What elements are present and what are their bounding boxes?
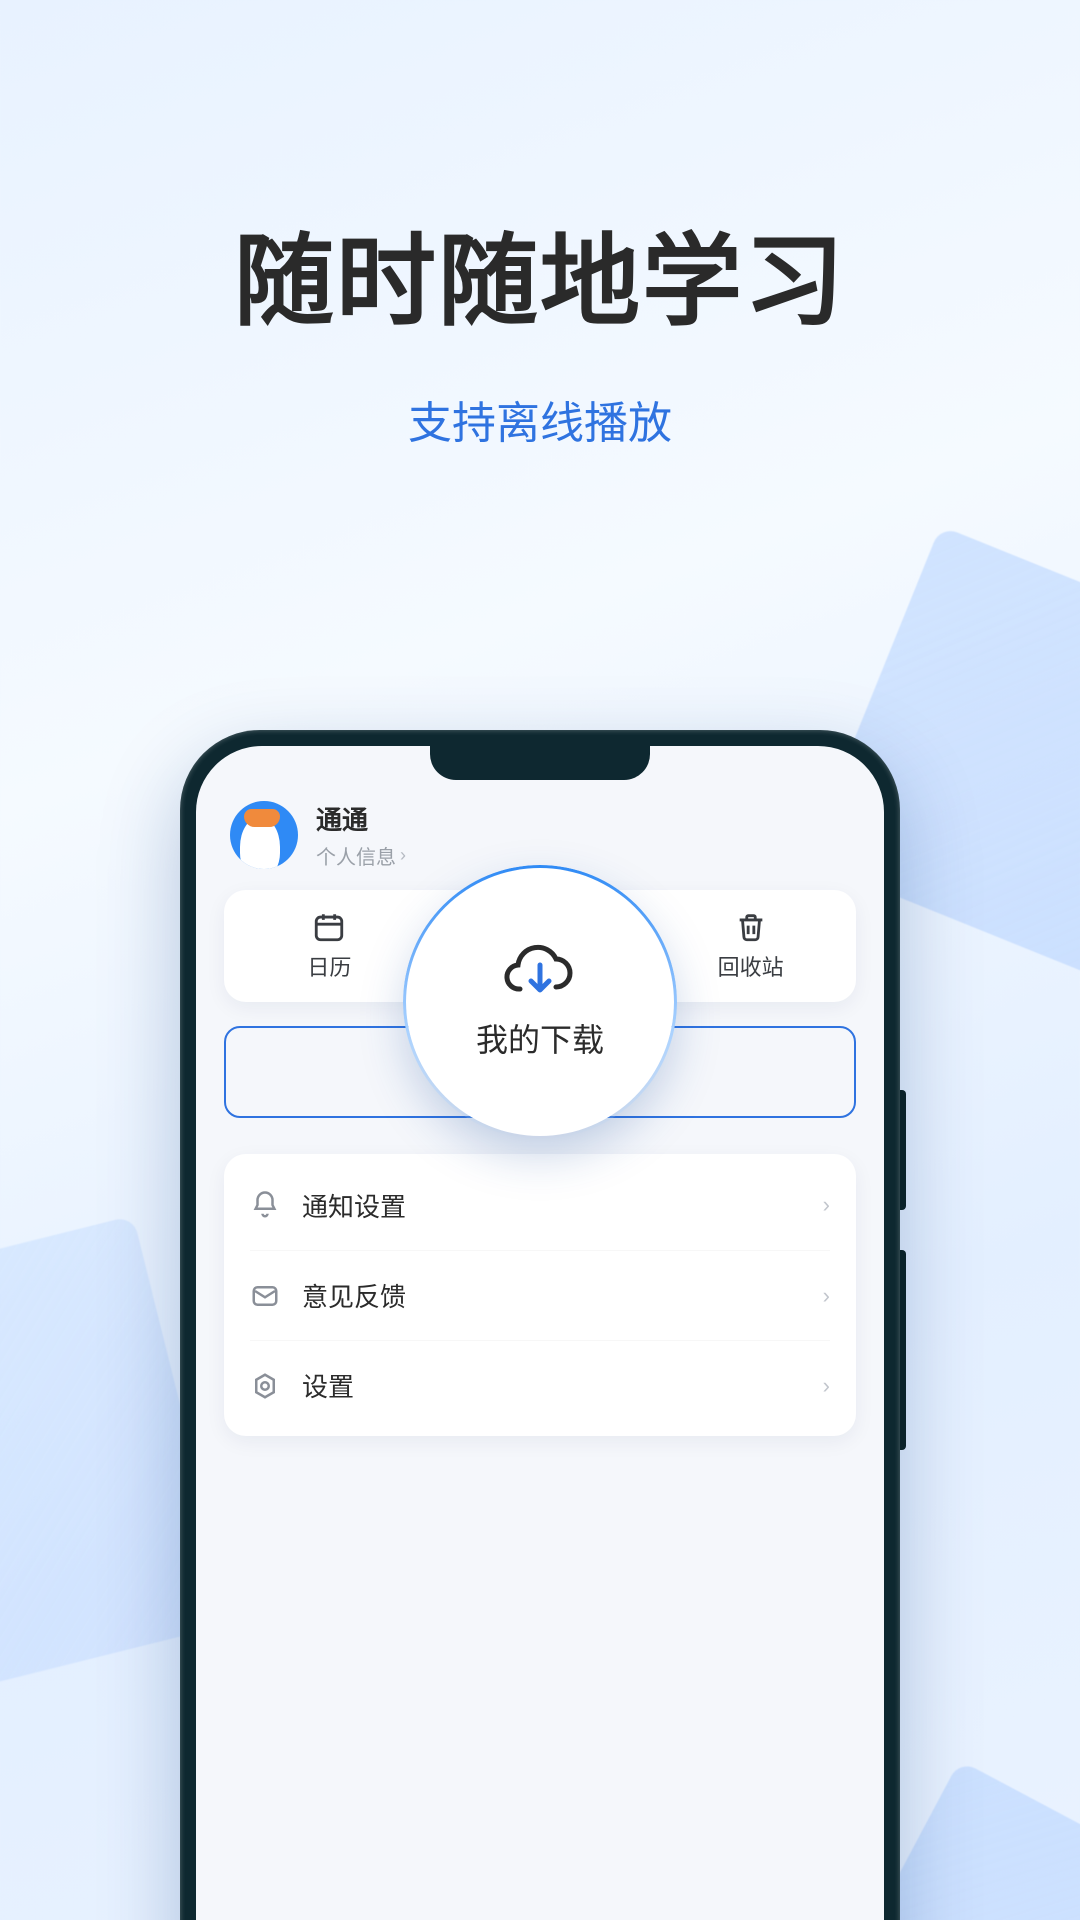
- recycle-button[interactable]: 回收站: [645, 890, 856, 1002]
- profile-info-link[interactable]: 个人信息 ›: [316, 841, 406, 870]
- phone-side-button: [900, 1250, 906, 1450]
- settings-row-label: 通知设置: [302, 1187, 801, 1224]
- avatar[interactable]: [230, 801, 298, 869]
- chevron-right-icon: ›: [823, 1192, 830, 1218]
- hero-subtitle: 支持离线播放: [0, 387, 1080, 451]
- calendar-label: 日历: [307, 950, 351, 982]
- profile-name: 通通: [316, 800, 406, 837]
- bell-icon: [250, 1190, 280, 1220]
- chevron-right-icon: ›: [400, 845, 406, 866]
- phone-screen: 通通 个人信息 › 日历: [196, 746, 884, 1920]
- cloud-download-icon: [504, 943, 576, 999]
- settings-card: 通知设置 › 意见反馈 › 设置 ›: [224, 1154, 856, 1436]
- gear-icon: [250, 1371, 280, 1401]
- download-callout-label: 我的下载: [476, 1015, 604, 1061]
- hero-title: 随时随地学习: [0, 200, 1080, 345]
- phone-side-button: [900, 1090, 906, 1210]
- trash-icon: [734, 910, 768, 944]
- mail-icon: [250, 1281, 280, 1311]
- profile-info-label: 个人信息: [316, 841, 396, 870]
- settings-row-feedback[interactable]: 意见反馈 ›: [250, 1250, 830, 1340]
- recycle-label: 回收站: [718, 950, 784, 982]
- settings-row-settings[interactable]: 设置 ›: [250, 1340, 830, 1430]
- phone-mockup: 通通 个人信息 › 日历: [180, 730, 900, 1920]
- chevron-right-icon: ›: [823, 1373, 830, 1399]
- settings-row-notifications[interactable]: 通知设置 ›: [250, 1160, 830, 1250]
- settings-row-label: 意见反馈: [302, 1277, 801, 1314]
- download-callout[interactable]: 我的下载: [406, 868, 674, 1136]
- phone-notch: [430, 746, 650, 780]
- calendar-icon: [312, 910, 346, 944]
- settings-row-label: 设置: [302, 1367, 801, 1404]
- chevron-right-icon: ›: [823, 1283, 830, 1309]
